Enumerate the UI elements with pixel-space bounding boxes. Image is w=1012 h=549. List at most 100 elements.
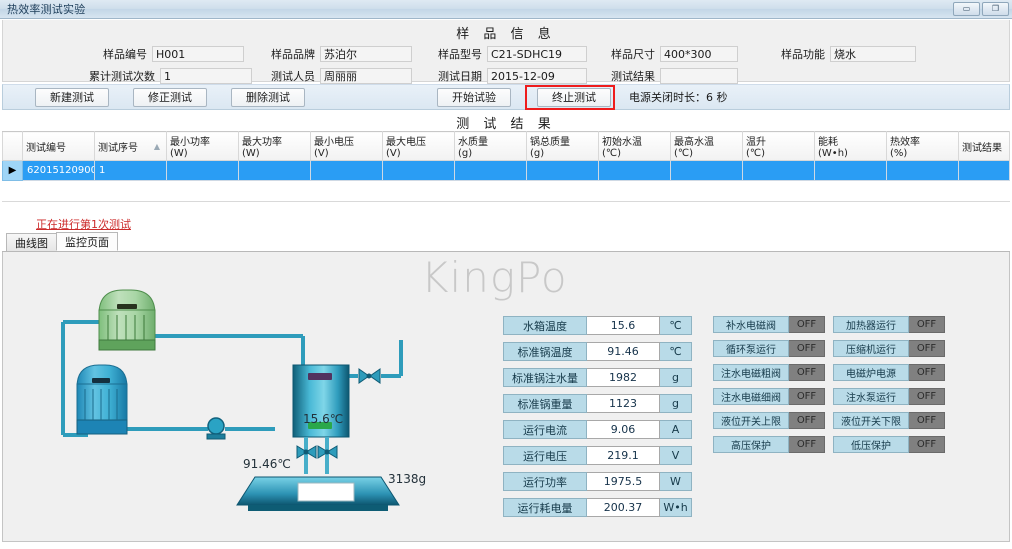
sample-function-input[interactable]: 烧水: [830, 46, 916, 62]
column-header[interactable]: 测试序号 ▲: [94, 131, 167, 161]
field-label: 测试结果: [611, 70, 655, 83]
tab-monitor-page[interactable]: 监控页面: [56, 232, 118, 251]
field-sample-model: 样品型号 C21-SDHC19: [438, 46, 587, 62]
readout-label: 运行耗电量: [503, 498, 587, 517]
column-header-unit: (℃): [602, 148, 622, 159]
readout-label: 运行功率: [503, 472, 587, 491]
new-test-button[interactable]: 新建测试: [35, 87, 109, 107]
status-level-switch-lower-limit: 液位开关下限 OFF: [833, 412, 945, 429]
column-header[interactable]: 温升 (℃): [742, 131, 815, 161]
sample-size-input[interactable]: 400*300: [660, 46, 738, 62]
column-header[interactable]: 最大功率 (W): [238, 131, 311, 161]
window-title: 热效率测试实验: [7, 3, 86, 16]
column-header[interactable]: 最小功率 (W): [166, 131, 239, 161]
column-header[interactable]: 最小电压 (V): [310, 131, 383, 161]
status-label: 压缩机运行: [833, 340, 909, 357]
readout-value: 9.06: [587, 420, 660, 439]
field-test-date: 测试日期 2015-12-09: [438, 68, 587, 84]
column-header[interactable]: 初始水温 (℃): [598, 131, 671, 161]
test-results-title: 测 试 结 果: [456, 117, 556, 132]
status-indicator: OFF: [789, 364, 825, 381]
restore-icon: ▭: [962, 4, 971, 13]
column-header[interactable]: 最大电压 (V): [382, 131, 455, 161]
field-label: 样品功能: [781, 48, 825, 61]
column-header-name: 测试编号: [26, 142, 66, 154]
status-row: 补水电磁阀 OFF 加热器运行 OFF: [713, 316, 953, 333]
power-off-duration-text: 电源关闭时长：6 秒: [629, 91, 728, 104]
column-header[interactable]: 测试编号: [22, 131, 95, 161]
cell-test-number: 620151209006: [22, 160, 95, 181]
column-header[interactable]: 测试结果: [958, 131, 1010, 161]
results-data-grid[interactable]: 测试编号 测试序号 ▲ 最小功率 (W) 最大功率 (W) 最小电压 (V) 最…: [2, 131, 1010, 181]
column-header-unit: (g): [458, 148, 473, 159]
maximize-icon: ❐: [991, 4, 1000, 13]
column-header[interactable]: 锅总质量 (g): [526, 131, 599, 161]
field-label: 累计测试次数: [89, 70, 155, 83]
column-header[interactable]: 最高水温 (℃): [670, 131, 743, 161]
status-label: 电磁炉电源: [833, 364, 909, 381]
row-selector-cell[interactable]: ▶: [2, 160, 23, 181]
sample-number-input[interactable]: H001: [152, 46, 244, 62]
column-header[interactable]: 水质量 (g): [454, 131, 527, 161]
readout-unit: W: [660, 472, 692, 491]
column-header[interactable]: 热效率 (%): [886, 131, 959, 161]
readout-label: 运行电压: [503, 446, 587, 465]
test-count-input[interactable]: 1: [160, 68, 252, 84]
test-result-input[interactable]: [660, 68, 738, 84]
status-level-switch-upper-limit: 液位开关上限 OFF: [713, 412, 825, 429]
status-indicator: OFF: [789, 436, 825, 453]
status-makeup-water-solenoid-valve: 补水电磁阀 OFF: [713, 316, 825, 333]
tab-curve-chart[interactable]: 曲线图: [6, 233, 57, 251]
column-header-name: 能耗: [818, 137, 838, 148]
action-toolbar: 新建测试 修正测试 删除测试 开始试验 终止测试 电源关闭时长：6 秒: [2, 84, 1010, 110]
start-test-button[interactable]: 开始试验: [437, 87, 511, 107]
cell-efficiency: [886, 160, 959, 181]
readout-unit: V: [660, 446, 692, 465]
status-indicator: OFF: [909, 364, 945, 381]
circulation-pump-icon: [206, 417, 226, 440]
status-label: 注水电磁细阀: [713, 388, 789, 405]
application-window: 热效率测试实验 ▭ ❐ 样 品 信 息 样品编号 H001 样品品牌 苏泊尔 样…: [0, 0, 1012, 549]
sample-model-input[interactable]: C21-SDHC19: [487, 46, 587, 62]
sort-ascending-icon: ▲: [153, 142, 160, 151]
status-label: 液位开关下限: [833, 412, 909, 429]
field-sample-brand: 样品品牌 苏泊尔: [271, 46, 412, 62]
field-sample-function: 样品功能 烧水: [781, 46, 916, 62]
field-label: 样品编号: [103, 48, 147, 61]
column-header-name: 水质量: [458, 137, 488, 148]
cell-max-power: [238, 160, 311, 181]
readout-value: 91.46: [587, 342, 660, 361]
restore-window-button[interactable]: ▭: [953, 2, 980, 16]
column-header-name: 最大功率: [242, 137, 282, 148]
monitor-page-panel: KingPo 15.6℃ 91.46℃ 3138g 水箱温度 15.6 ℃ 标准…: [2, 252, 1010, 542]
status-row: 循环泵运行 OFF 压缩机运行 OFF: [713, 340, 953, 357]
tester-input[interactable]: 周丽丽: [320, 68, 412, 84]
tab-strip: 曲线图 监控页面: [2, 232, 1010, 252]
column-header-unit: (℃): [746, 148, 766, 159]
grid-bottom-padding: [2, 188, 1010, 202]
readout-water-tank-temperature: 水箱温度 15.6 ℃: [503, 316, 692, 335]
column-header-name: 最小电压: [314, 137, 354, 148]
readout-value: 200.37: [587, 498, 660, 517]
cell-result: [958, 160, 1010, 181]
status-heater-running: 加热器运行 OFF: [833, 316, 945, 333]
column-header-name: 锅总质量: [530, 137, 570, 148]
readout-label: 标准锅温度: [503, 342, 587, 361]
column-header-unit: (%): [890, 148, 908, 159]
maximize-window-button[interactable]: ❐: [982, 2, 1009, 16]
sample-brand-input[interactable]: 苏泊尔: [320, 46, 412, 62]
field-label: 样品品牌: [271, 48, 315, 61]
scale-weight-label: 3138g: [388, 472, 427, 486]
table-row[interactable]: ▶ 620151209006 1: [2, 160, 1010, 181]
column-header[interactable]: 能耗 (W•h): [814, 131, 887, 161]
cell-test-seq: 1: [94, 160, 167, 181]
test-date-input[interactable]: 2015-12-09: [487, 68, 587, 84]
column-header-unit: (W): [170, 148, 188, 159]
delete-test-button[interactable]: 删除测试: [231, 87, 305, 107]
status-induction-cooker-power: 电磁炉电源 OFF: [833, 364, 945, 381]
fix-test-button[interactable]: 修正测试: [133, 87, 207, 107]
field-label: 样品型号: [438, 48, 482, 61]
column-header-unit: (V): [314, 148, 329, 159]
blue-tank: [76, 364, 128, 435]
stop-test-button[interactable]: 终止测试: [537, 87, 611, 107]
